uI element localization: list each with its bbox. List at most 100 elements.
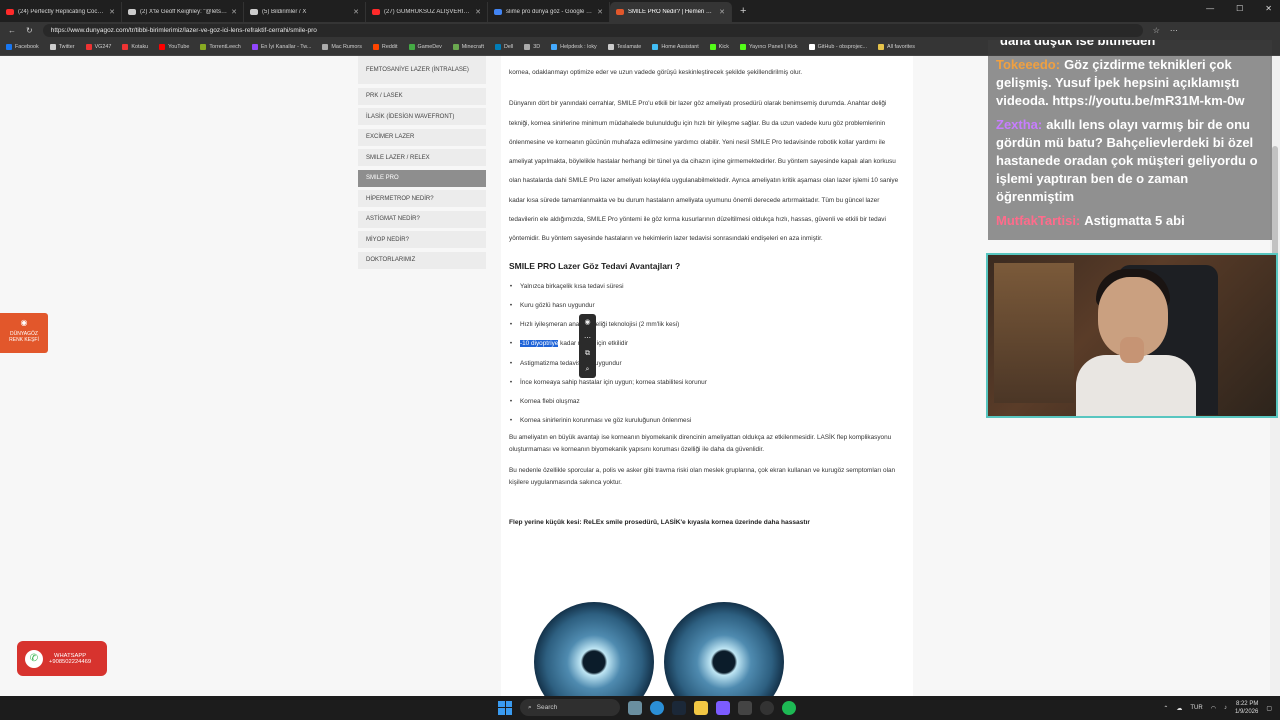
bullet-text: Kornea sinirlerinin korunması ve göz kur… [520,417,692,425]
sidebar-item[interactable]: PRK / LASEK [358,87,486,105]
browser-tab[interactable]: (27) GÜMRÜKSÜZ ALIŞVERİŞ DEV ✕ [366,2,488,22]
wall-poster [994,263,1074,403]
edge-icon[interactable] [650,700,664,715]
back-icon[interactable]: ← [8,26,16,35]
bullet-text-rest: elik kısa tedavi süresi [562,282,624,290]
bookmark-item[interactable]: Teslamate [607,44,641,50]
sidebar-item[interactable]: ASTİGMAT NEDİR? [358,210,486,228]
bullet-text: İnce korneaya sahip hastalar için uygun;… [520,378,707,386]
maximize-icon[interactable]: ☐ [1236,4,1243,13]
tab-favicon-icon [616,9,624,15]
url-field[interactable]: https://www.dunyagoz.com/tr/tibbi-biriml… [42,24,1143,37]
minimize-icon[interactable]: — [1206,4,1214,13]
bookmark-item[interactable]: YouTube [159,44,189,50]
obs-icon[interactable] [760,700,774,715]
sidebar-item[interactable]: SMILE PRO [358,169,486,187]
left-eye [534,602,654,696]
search-icon[interactable]: ⌕ [586,366,590,374]
bookmark-label: Kotaku [131,44,149,50]
reload-icon[interactable]: ↻ [26,26,33,35]
browser-tab[interactable]: slime pro dünya göz - Google Sea ✕ [488,2,610,22]
tab-label: slime pro dünya göz - Google Sea [506,9,594,15]
steam-icon[interactable] [672,700,686,715]
sidebar-item[interactable]: EXCİMER LAZER [358,128,486,146]
bookmark-item[interactable]: Dell [494,44,513,50]
stream-chat-overlay: daha düşük ise bitmeden Tokeeedo: Göz çizd… [988,40,1272,240]
new-tab-button[interactable]: + [732,5,754,17]
sidebar-item[interactable]: MİYOP NEDİR? [358,231,486,248]
browser-tab[interactable]: SMILE PRO Nedir? | Hemen Randu ✕ [610,2,732,22]
tab-close-icon[interactable]: ✕ [597,8,603,16]
tab-close-icon[interactable]: ✕ [719,8,725,16]
cloud-icon[interactable]: ☁ [1176,705,1182,712]
visibility-icon[interactable]: ◉ [584,318,590,326]
streamer-body [1076,355,1196,416]
sidebar-item[interactable]: İLASİK (İDESİGN WAVEFRONT) [358,108,486,125]
bookmark-item[interactable]: Mac Rumors [322,44,362,50]
bookmark-label: Kick [718,44,729,50]
sidebar-item[interactable]: FEMTOSANİYE LAZER (İNTRALASE) [358,56,486,84]
bookmark-item[interactable]: Twitter [49,44,75,50]
browser-tab[interactable]: (5) Bildirimler / X ✕ [244,2,366,22]
task-view-icon[interactable] [628,700,642,715]
notification-icon[interactable]: ▢ [1266,705,1272,712]
close-window-icon[interactable]: ✕ [1265,4,1272,13]
bookmark-item[interactable]: Kick [709,44,729,50]
spotify-icon[interactable] [782,700,796,715]
chat-username: MutfakTartisi: [996,213,1081,228]
chevron-up-icon[interactable]: ⌃ [1163,705,1168,712]
whatsapp-label: WHATSAPP [53,652,87,659]
bookmark-item[interactable]: En İyi Kanallar - Tw... [251,44,311,50]
clock[interactable]: 8:22 PM 1/9/2026 [1235,700,1258,716]
bookmark-item[interactable]: Home Assistant [652,44,699,50]
bookmark-item[interactable]: TorrentLeech [200,44,241,50]
favorite-star-icon[interactable]: ☆ [1153,26,1160,35]
bookmark-item[interactable]: VG247 [85,44,111,50]
app-icon[interactable] [738,700,752,715]
bullet-icon: • [509,417,513,425]
bookmark-label: GitHub - obsprojec... [817,44,868,50]
sidebar-item[interactable]: HİPERMETROP NEDİR? [358,190,486,207]
volume-icon[interactable]: ♪ [1224,705,1227,711]
tab-favicon-icon [372,9,380,15]
bookmark-item[interactable]: Reddit [372,44,398,50]
bookmark-favicon-icon [85,44,92,50]
color-discovery-badge[interactable]: ◉ DÜNYAGÖZ RENK KEŞFİ [0,313,48,353]
tab-close-icon[interactable]: ✕ [109,8,115,16]
bookmark-favicon-icon [122,44,129,50]
bookmark-label: GameDev [417,44,442,50]
bookmark-item[interactable]: Facebook [6,44,39,50]
file-explorer-icon[interactable] [694,700,708,715]
bookmark-item[interactable]: GameDev [408,44,442,50]
sidebar-item[interactable]: DOKTORLARIMIZ [358,251,486,269]
selected-text: -10 diyoptriye [520,340,559,348]
bookmark-item[interactable]: Minecraft [452,44,484,50]
settings-menu-icon[interactable]: ⋯ [1170,26,1178,35]
tab-close-icon[interactable]: ✕ [231,8,237,16]
sidebar-item[interactable]: SMILE LAZER / RELEX [358,149,486,166]
bookmark-item[interactable]: Kotaku [122,44,148,50]
scrollbar-thumb[interactable] [1272,146,1278,266]
browser-tab[interactable]: (24) Perfectly Replicating Coca Cola ✕ [0,2,122,22]
bookmark-item[interactable]: Helpdesk : loky [551,44,597,50]
tab-close-icon[interactable]: ✕ [353,8,359,16]
bookmark-item[interactable]: Yayıncı Paneli | Kick [739,44,798,50]
tab-close-icon[interactable]: ✕ [475,8,481,16]
more-icon[interactable]: ⋯ [584,334,591,342]
start-button[interactable] [498,700,512,715]
taskbar-search[interactable]: ⌕ Search [520,699,620,716]
bookmark-label: TorrentLeech [209,44,241,50]
discord-icon[interactable] [716,700,730,715]
search-icon: ⌕ [528,703,532,711]
bookmark-item[interactable]: 3D [524,44,540,50]
language-indicator[interactable]: TUR [1190,705,1202,711]
bookmark-item[interactable]: All favorites [878,44,915,50]
wifi-icon[interactable]: ◠ [1211,705,1216,712]
copy-icon[interactable]: ⧉ [585,350,590,358]
browser-tab[interactable]: (2) X'te Geoff Keighley: "@letsers ✕ [122,2,244,22]
whatsapp-button[interactable]: ✆ WHATSAPP +908502224469 [17,641,107,676]
bullet-text: Hızlı iyileşme [520,321,558,329]
bookmark-item[interactable]: GitHub - obsprojec... [808,44,868,50]
windows-taskbar: ⌕ Search ⌃ ☁ TUR ◠ ♪ 8:22 PM 1/9/2026 ▢ [0,696,1280,720]
bookmark-favicon-icon [452,44,459,50]
